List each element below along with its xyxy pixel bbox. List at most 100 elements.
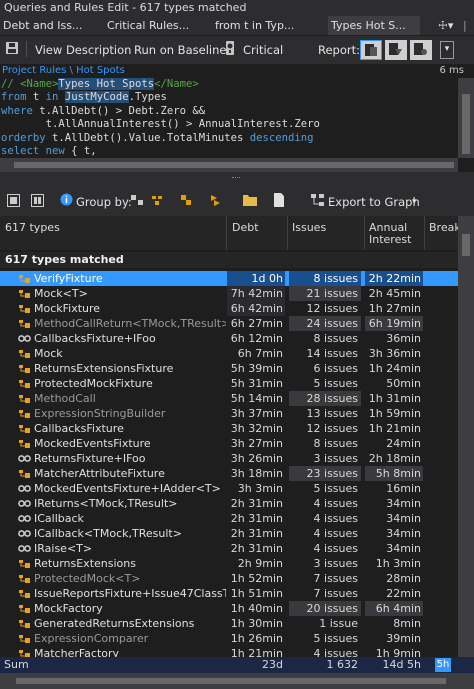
table-row[interactable]: MockedEventsFixture 3h 27min 8 issues 24min	[0, 436, 458, 451]
tab-from-t-in-types[interactable]: from t in Typ...	[212, 16, 322, 35]
editor-hscrollbar[interactable]	[0, 158, 458, 172]
group-by-method-icon[interactable]	[208, 193, 222, 211]
class-icon	[18, 588, 31, 599]
code-line-6: select new { t,	[1, 145, 458, 158]
table-row[interactable]: ReturnsExtensions 2h 9min 3 issues 1h 3min	[0, 556, 458, 571]
results-hscrollbar[interactable]	[0, 673, 474, 689]
table-row[interactable]: ExpressionComparer 1h 26min 5 issues 39min	[0, 631, 458, 646]
type-name: CallbacksFixture+IFoo	[34, 332, 156, 345]
table-row[interactable]: Mock<T> 7h 42min 21 issues 2h 45min	[0, 286, 458, 301]
group-by-type-icon[interactable]	[179, 193, 193, 211]
run-on-baseline-button[interactable]: Run on Baseline	[134, 41, 226, 59]
group-header-label: 617 types matched	[5, 253, 124, 266]
column-header-name[interactable]: 617 types	[5, 222, 60, 234]
debt-cell: 2h 31min	[230, 542, 283, 555]
group-by-namespace-icon[interactable]	[150, 193, 164, 211]
table-row[interactable]: ReturnsExtensionsFixture 5h 39min 6 issues…	[0, 361, 458, 376]
editor-scrollbar[interactable]	[458, 78, 474, 158]
tab-debt-and-issues[interactable]: Debt and Iss...	[0, 16, 93, 35]
debt-cell: 1h 30min	[230, 617, 283, 630]
interest-cell: 36min	[386, 332, 421, 345]
tab-strip: Debt and Iss... Critical Rules... from t…	[0, 16, 474, 35]
export-to-graph-button[interactable]: Export to Graph	[328, 193, 420, 211]
export-dropdown-icon[interactable]: ▾	[412, 193, 417, 211]
debt-cell: 2h 31min	[230, 497, 283, 510]
table-row[interactable]: ProtectedMockFixture 5h 31min 5 issues 50mi…	[0, 376, 458, 391]
debt-cell: 6h 7min	[237, 347, 283, 360]
table-row[interactable]: GeneratedReturnsExtensions 1h 30min 1 issu…	[0, 616, 458, 631]
table-row[interactable]: MockedEventsFixture+IAdder<T> 3h 3min 5 is…	[0, 481, 458, 496]
table-row[interactable]: MockFactory 1h 40min 20 issues 6h 4min	[0, 601, 458, 616]
table-row[interactable]: IssueReportsFixture+Issue47ClassToMo 1h 5…	[0, 586, 458, 601]
column-header-interest[interactable]: Annual Interest	[369, 222, 411, 246]
class-icon	[18, 423, 31, 434]
tab-types-hot-spots[interactable]: Types Hot S...	[328, 16, 420, 35]
new-tab-dropdown-icon[interactable]: ☩▾	[436, 16, 456, 35]
file-icon[interactable]	[273, 193, 287, 211]
column-header-breaking[interactable]: Break	[429, 222, 458, 234]
class-icon	[18, 348, 31, 359]
table-row[interactable]: ExpressionStringBuilder 3h 37min 13 issues…	[0, 406, 458, 421]
table-row[interactable]: IRaise<T> 2h 31min 4 issues 34min	[0, 541, 458, 556]
pane-splitter[interactable]	[0, 172, 474, 186]
tab-critical-rules[interactable]: Critical Rules...	[104, 16, 206, 35]
code-highlight: Types Hot Spots	[58, 78, 155, 90]
editor-hscrollbar-thumb[interactable]	[14, 162, 454, 168]
breadcrumb-path[interactable]: Project Rules \ Hot Spots	[2, 64, 125, 78]
report-warning-icon[interactable]	[410, 40, 432, 60]
debt-cell: 3h 32min	[230, 422, 283, 435]
table-row[interactable]: VerifyFixture 1d 0h 8 issues 2h 22min	[0, 271, 458, 286]
view-description-button[interactable]: View Description	[35, 41, 131, 59]
issues-cell: 1 issue	[319, 617, 358, 630]
report-rule-icon[interactable]	[360, 40, 382, 60]
debt-cell: 1d 0h	[227, 271, 285, 286]
results-scrollbar[interactable]	[458, 216, 474, 657]
save-icon[interactable]	[6, 41, 20, 59]
breadcrumb: Project Rules \ Hot Spots 6 ms	[0, 64, 474, 78]
overflow-toggle-button[interactable]: ▾	[440, 41, 454, 59]
column-header-debt[interactable]: Debt	[232, 222, 259, 234]
table-row[interactable]: MethodCallReturn<TMock,TResult> 6h 27min 2…	[0, 316, 458, 331]
tab-label: Types Hot S...	[331, 19, 406, 32]
table-row[interactable]: ProtectedMock<T> 1h 52min 7 issues 28min	[0, 571, 458, 586]
expand-all-icon[interactable]	[31, 194, 45, 212]
issues-cell: 12 issues	[306, 422, 358, 435]
class-icon	[18, 318, 31, 329]
table-row[interactable]: ReturnsFixture+IFoo 3h 26min 3 issues 2h 18…	[0, 451, 458, 466]
class-icon	[18, 603, 31, 614]
issues-cell: 4 issues	[313, 497, 358, 510]
critical-toggle[interactable]: Critical	[243, 41, 283, 59]
debt-cell: 1h 26min	[230, 632, 283, 645]
table-row[interactable]: MethodCall 5h 14min 28 issues 1h 31min	[0, 391, 458, 406]
type-name: ReturnsFixture+IFoo	[34, 452, 146, 465]
folder-icon[interactable]	[243, 193, 257, 211]
sum-issues: 1 632	[326, 658, 359, 671]
table-row[interactable]: Mock 6h 7min 14 issues 3h 36min	[0, 346, 458, 361]
table-row[interactable]: CallbacksFixture 3h 32min 12 issues 1h 21mi…	[0, 421, 458, 436]
issues-cell: 3 issues	[313, 557, 358, 570]
table-row[interactable]: MockFixture 6h 42min 12 issues 1h 27min	[0, 301, 458, 316]
code-keyword: descending	[249, 131, 314, 144]
results-hscrollbar-thumb[interactable]	[16, 678, 446, 684]
table-row[interactable]: ICallback<TMock,TResult> 2h 31min 4 issues…	[0, 526, 458, 541]
table-row[interactable]: MatcherAttributeFixture 3h 18min 23 issues…	[0, 466, 458, 481]
type-name: Mock	[34, 347, 63, 360]
code-text: t.AllDebt() > Debt.Zero &&	[32, 104, 206, 117]
group-by-assembly-icon[interactable]	[130, 193, 144, 211]
column-header-issues[interactable]: Issues	[292, 222, 326, 234]
tab-label: Critical Rules...	[107, 19, 190, 32]
query-editor[interactable]: // <Name>Types Hot Spots</Name> from t in…	[0, 78, 458, 158]
table-row[interactable]: IReturns<TMock,TResult> 2h 31min 4 issues 3…	[0, 496, 458, 511]
group-header[interactable]: 617 types matched	[0, 252, 458, 268]
results-scrollbar-thumb[interactable]	[462, 234, 470, 256]
collapse-all-icon[interactable]	[7, 194, 21, 212]
class-icon	[18, 363, 31, 374]
type-name: GeneratedReturnsExtensions	[34, 617, 195, 630]
sum-label: Sum	[4, 658, 29, 671]
table-row[interactable]: ICallback 2h 31min 4 issues 34min	[0, 511, 458, 526]
table-row[interactable]: CallbacksFixture+IFoo 6h 12min 8 issues 36m…	[0, 331, 458, 346]
interest-cell: 3h 36min	[368, 347, 421, 360]
report-issue-icon[interactable]	[385, 40, 407, 60]
table-row[interactable]: MatcherFactory 1h 21min 4 issues 1h 9min	[0, 646, 458, 657]
editor-scrollbar-thumb[interactable]	[462, 94, 470, 154]
